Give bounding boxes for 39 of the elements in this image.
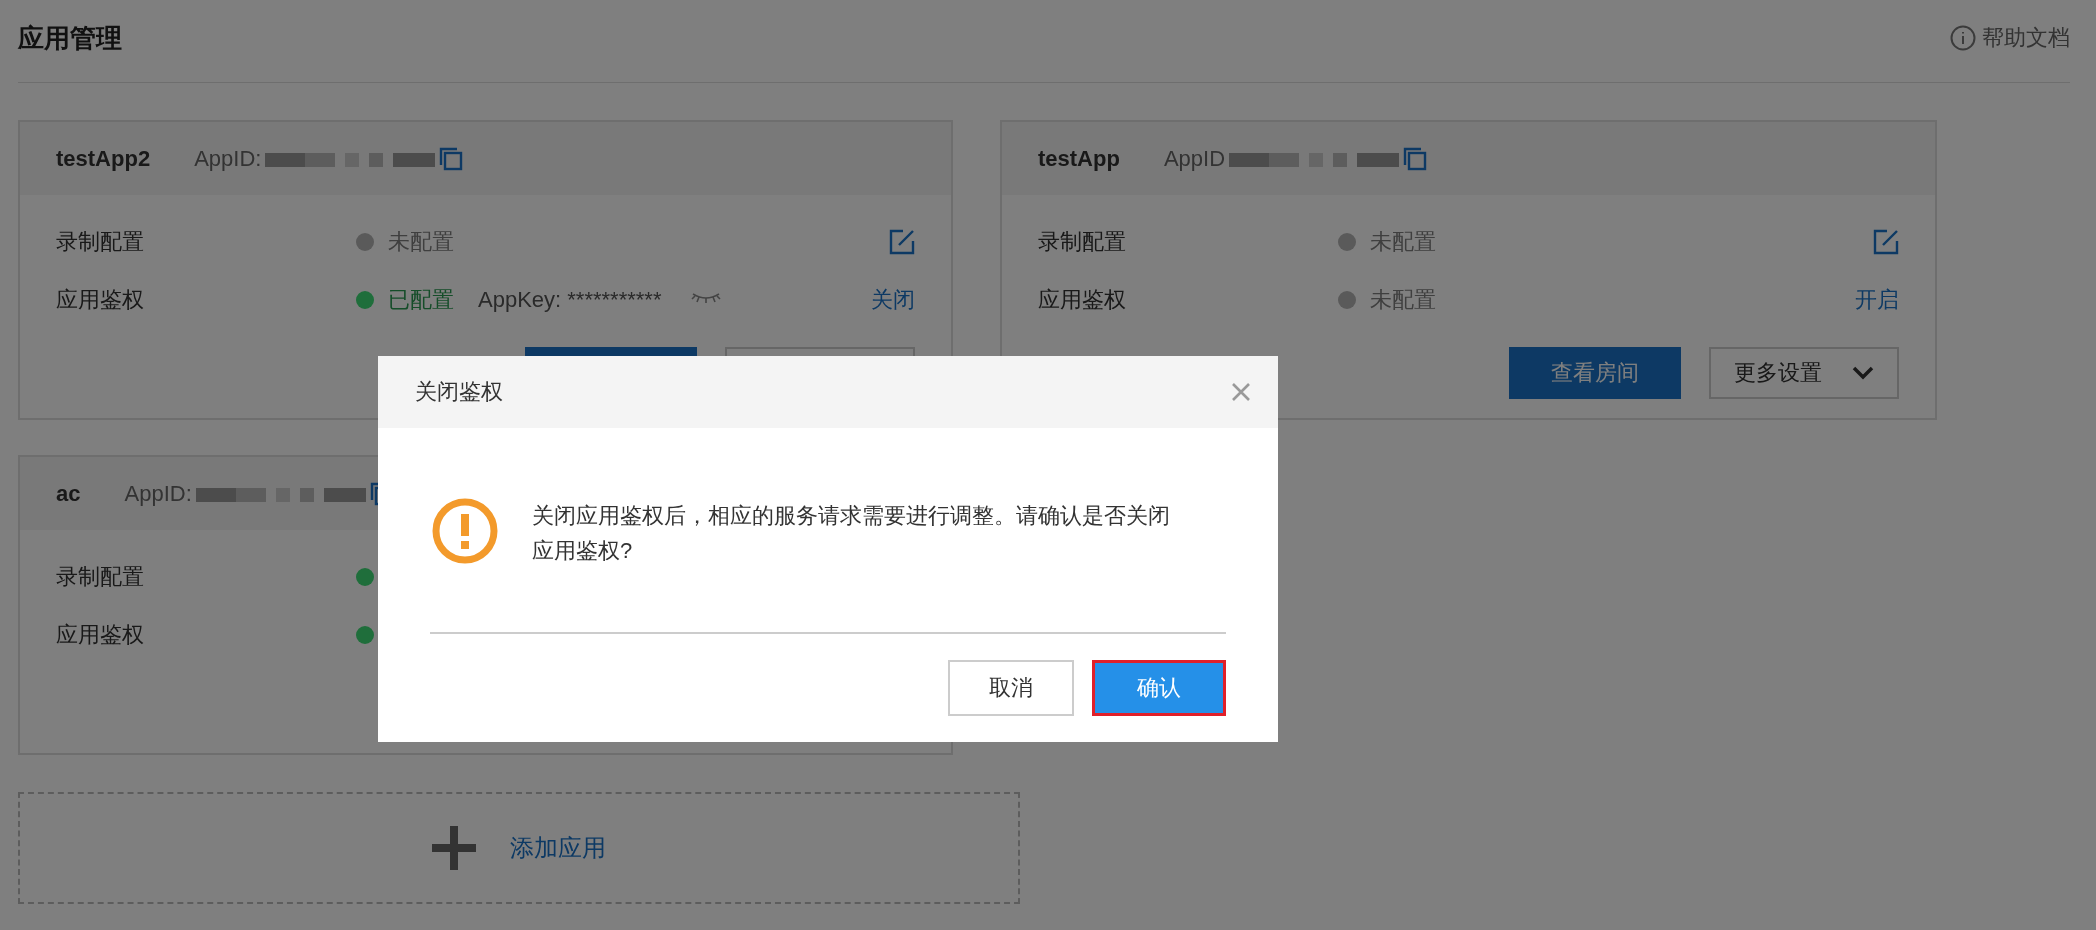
toggle-link[interactable]: 关闭 (871, 285, 915, 315)
copy-icon[interactable] (439, 146, 464, 171)
help-link-text[interactable]: 帮助文档 (1982, 23, 2070, 53)
status-text: 已配置 (388, 286, 454, 314)
status-text: 未配置 (1370, 286, 1436, 314)
app-id-label: AppID: (124, 480, 192, 507)
edit-icon[interactable] (889, 229, 915, 255)
more-settings-button[interactable]: 更多设置 (1709, 347, 1899, 399)
row-label: 录制配置 (56, 228, 145, 256)
confirm-button[interactable]: 确认 (1092, 660, 1226, 716)
chevron-down-icon (1852, 366, 1874, 380)
row-label: 应用鉴权 (1038, 286, 1127, 314)
dialog-title: 关闭鉴权 (415, 378, 503, 406)
toggle-link[interactable]: 开启 (1855, 285, 1899, 315)
cancel-button[interactable]: 取消 (948, 660, 1074, 716)
row-label: 应用鉴权 (56, 621, 145, 649)
status-text: 未配置 (1370, 228, 1436, 256)
info-icon (1950, 25, 1976, 51)
plus-icon (432, 826, 476, 870)
row-label: 应用鉴权 (56, 286, 145, 314)
warning-icon (432, 498, 498, 564)
row-label: 录制配置 (56, 563, 145, 591)
copy-icon[interactable] (1403, 146, 1428, 171)
help-link[interactable]: 帮助文档 (1950, 23, 2070, 53)
edit-icon[interactable] (1873, 229, 1899, 255)
app-id-label: AppID: (194, 145, 262, 172)
row-label: 录制配置 (1038, 228, 1127, 256)
app-name: testApp (1038, 145, 1120, 172)
close-icon[interactable] (1232, 383, 1250, 401)
page-title: 应用管理 (18, 21, 122, 55)
view-rooms-button[interactable]: 查看房间 (1509, 347, 1681, 399)
app-name: ac (56, 480, 81, 507)
app-id-label: AppID (1163, 145, 1226, 172)
add-app-button[interactable]: 添加应用 (18, 792, 1020, 904)
app-key: AppKey: *********** (478, 287, 662, 313)
dialog-message: 关闭应用鉴权后，相应的服务请求需要进行调整。请确认是否关闭应用鉴权? (532, 502, 1171, 565)
app-name: testApp2 (56, 145, 151, 172)
eye-closed-icon[interactable] (691, 291, 722, 305)
status-text: 未配置 (388, 228, 454, 256)
